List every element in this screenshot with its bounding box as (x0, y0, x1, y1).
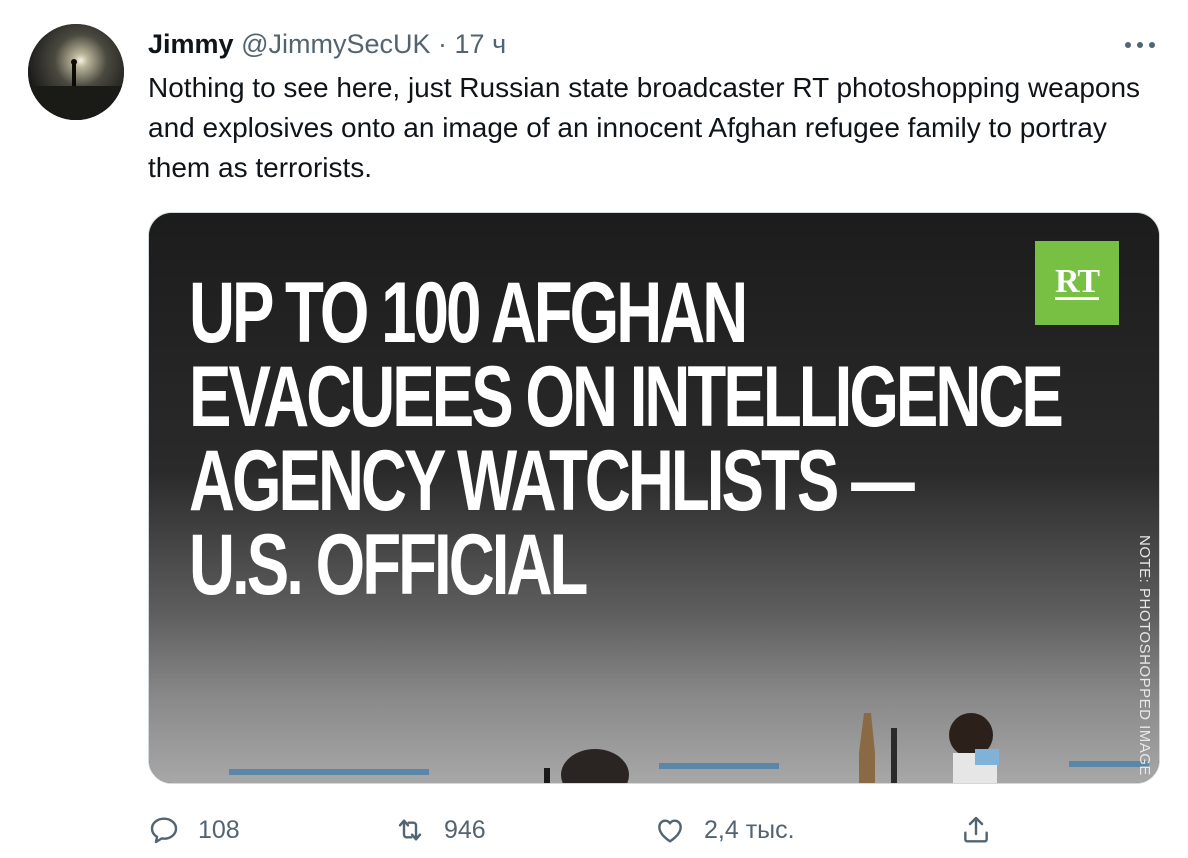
headline-line: U.S. OFFICIAL (189, 517, 588, 613)
separator-dot: · (438, 29, 448, 59)
avatar[interactable] (28, 24, 124, 120)
headline-line: AGENCY WATCHLISTS — (189, 433, 915, 529)
reply-icon (150, 817, 178, 844)
retweet-button[interactable]: 946 (394, 808, 486, 852)
action-bar: 108 946 2,4 тыс. (148, 808, 1158, 852)
more-icon (1125, 42, 1155, 48)
retweet-count: 946 (444, 815, 486, 844)
share-icon (964, 816, 988, 843)
photoshopped-note: NOTE: PHOTOSHOPPED IMAGE (1136, 535, 1153, 776)
media-headline: UP TO 100 AFGHAN EVACUEES ON INTELLIGENC… (189, 265, 1064, 613)
headline-line: UP TO 100 AFGHAN (189, 265, 748, 361)
like-button[interactable]: 2,4 тыс. (654, 808, 795, 852)
like-count: 2,4 тыс. (704, 815, 795, 844)
reply-count: 108 (198, 815, 240, 844)
tweet-timestamp[interactable]: 17 ч (455, 29, 507, 59)
tweet-media-image[interactable]: UP TO 100 AFGHAN EVACUEES ON INTELLIGENC… (148, 212, 1160, 784)
avatar-image (28, 24, 124, 120)
headline-line: EVACUEES ON INTELLIGENCE (189, 349, 1064, 445)
like-icon (658, 819, 682, 843)
display-name[interactable]: Jimmy (148, 29, 234, 59)
tweet-header: Jimmy @JimmySecUK · 17 ч (148, 26, 506, 62)
tweet-text: Nothing to see here, just Russian state … (148, 72, 1141, 183)
reply-button[interactable]: 108 (148, 808, 240, 852)
retweet-icon (398, 819, 422, 841)
share-button[interactable] (960, 808, 992, 852)
tweet: Jimmy @JimmySecUK · 17 ч Nothing to see … (0, 0, 1188, 858)
rt-logo: RT (1035, 241, 1119, 325)
more-options-button[interactable] (1120, 30, 1160, 60)
rt-logo-text: RT (1054, 262, 1100, 300)
user-handle[interactable]: @JimmySecUK (241, 29, 430, 59)
